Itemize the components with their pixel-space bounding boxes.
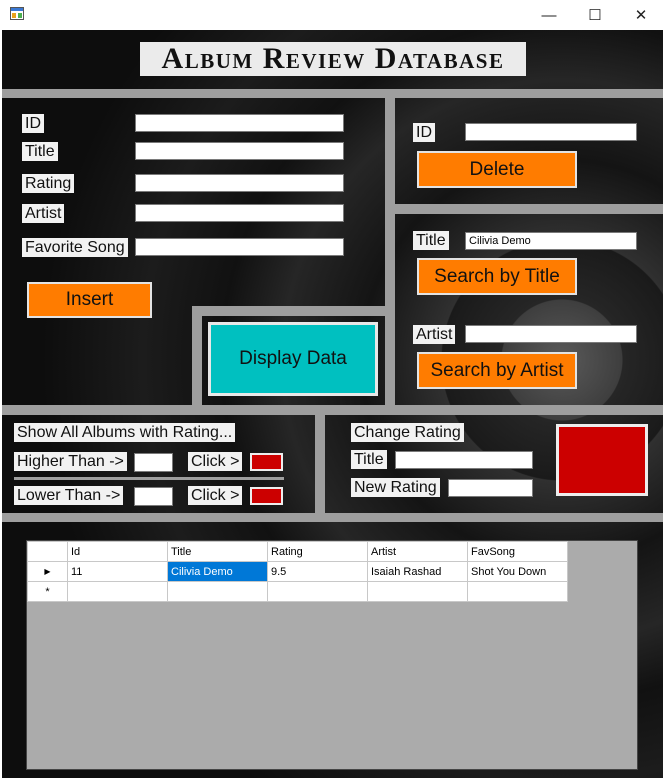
page-title: Album Review Database bbox=[140, 42, 526, 76]
delete-id-field[interactable] bbox=[465, 123, 637, 141]
search-by-title-button[interactable]: Search by Title bbox=[417, 258, 577, 295]
higher-than-label: Higher Than -> bbox=[14, 452, 127, 471]
favorite-song-label: Favorite Song bbox=[22, 238, 128, 257]
change-title-label: Title bbox=[351, 450, 387, 469]
search-artist-field[interactable] bbox=[465, 325, 637, 343]
current-row-arrow-icon: ▶ bbox=[27, 561, 68, 582]
window-titlebar: — ☐ ✕ bbox=[0, 0, 665, 30]
app-icon bbox=[10, 7, 24, 20]
table-cell[interactable]: Shot You Down bbox=[467, 561, 568, 582]
close-button[interactable]: ✕ bbox=[618, 0, 664, 30]
table-header-row: Id Title Rating Artist FavSong bbox=[27, 541, 568, 562]
column-header-id[interactable]: Id bbox=[67, 541, 168, 562]
change-rating-button[interactable] bbox=[556, 424, 648, 496]
table-cell-selected[interactable]: Cilivia Demo bbox=[167, 561, 268, 582]
search-title-field[interactable]: Cilivia Demo bbox=[465, 232, 637, 250]
rating-filter-heading: Show All Albums with Rating... bbox=[14, 423, 236, 442]
higher-status-swatch bbox=[250, 453, 283, 471]
divider bbox=[192, 316, 202, 405]
column-header-title[interactable]: Title bbox=[167, 541, 268, 562]
new-row[interactable]: * bbox=[27, 581, 568, 602]
table-cell[interactable]: Isaiah Rashad bbox=[367, 561, 468, 582]
rating-label: Rating bbox=[22, 174, 75, 193]
form-client-area: Album Review Database ID Title Rating Ar… bbox=[2, 30, 663, 778]
table-cell[interactable] bbox=[167, 581, 268, 602]
rating-field[interactable] bbox=[135, 174, 344, 192]
display-data-button[interactable]: Display Data bbox=[208, 322, 378, 396]
divider bbox=[385, 98, 395, 405]
favorite-song-field[interactable] bbox=[135, 238, 344, 256]
title-label: Title bbox=[22, 142, 58, 161]
new-rating-label: New Rating bbox=[351, 478, 440, 497]
divider bbox=[2, 89, 663, 98]
divider bbox=[2, 513, 663, 522]
title-field[interactable] bbox=[135, 142, 344, 160]
table-cell[interactable]: 11 bbox=[67, 561, 168, 582]
delete-button[interactable]: Delete bbox=[417, 151, 577, 188]
table-cell[interactable] bbox=[67, 581, 168, 602]
change-title-field[interactable] bbox=[395, 451, 533, 469]
change-rating-heading: Change Rating bbox=[351, 423, 464, 442]
lower-status-swatch bbox=[250, 487, 283, 505]
albums-table: Id Title Rating Artist FavSong ▶ 11 Cili… bbox=[27, 541, 568, 602]
table-cell[interactable] bbox=[267, 581, 368, 602]
albums-data-grid[interactable]: Id Title Rating Artist FavSong ▶ 11 Cili… bbox=[26, 540, 638, 770]
row-header-corner bbox=[27, 541, 68, 562]
table-cell[interactable] bbox=[367, 581, 468, 602]
artist-label: Artist bbox=[22, 204, 65, 223]
table-cell[interactable]: 9.5 bbox=[267, 561, 368, 582]
column-header-rating[interactable]: Rating bbox=[267, 541, 368, 562]
artist-field[interactable] bbox=[135, 204, 344, 222]
maximize-icon: ☐ bbox=[588, 7, 602, 24]
minimize-icon: — bbox=[541, 6, 557, 24]
table-row[interactable]: ▶ 11 Cilivia Demo 9.5 Isaiah Rashad Shot… bbox=[27, 561, 568, 582]
column-header-favsong[interactable]: FavSong bbox=[467, 541, 568, 562]
divider bbox=[14, 477, 284, 480]
divider bbox=[395, 204, 663, 214]
search-title-label: Title bbox=[413, 231, 449, 250]
close-icon: ✕ bbox=[634, 7, 648, 24]
insert-button[interactable]: Insert bbox=[27, 282, 152, 318]
new-rating-field[interactable] bbox=[448, 479, 533, 497]
higher-click-button[interactable]: Click > bbox=[188, 452, 243, 471]
id-label: ID bbox=[22, 114, 44, 133]
divider bbox=[315, 415, 325, 513]
column-header-artist[interactable]: Artist bbox=[367, 541, 468, 562]
delete-id-label: ID bbox=[413, 123, 435, 142]
search-by-artist-button[interactable]: Search by Artist bbox=[417, 352, 577, 389]
table-cell[interactable] bbox=[467, 581, 568, 602]
lower-click-button[interactable]: Click > bbox=[188, 486, 243, 505]
new-row-asterisk-icon: * bbox=[27, 581, 68, 602]
minimize-button[interactable]: — bbox=[526, 0, 572, 30]
divider bbox=[2, 405, 663, 415]
search-artist-label: Artist bbox=[413, 325, 456, 344]
id-field[interactable] bbox=[135, 114, 344, 132]
lower-than-label: Lower Than -> bbox=[14, 486, 124, 505]
higher-than-field[interactable] bbox=[134, 453, 173, 472]
maximize-button[interactable]: ☐ bbox=[572, 0, 618, 30]
divider bbox=[192, 306, 385, 316]
lower-than-field[interactable] bbox=[134, 487, 173, 506]
